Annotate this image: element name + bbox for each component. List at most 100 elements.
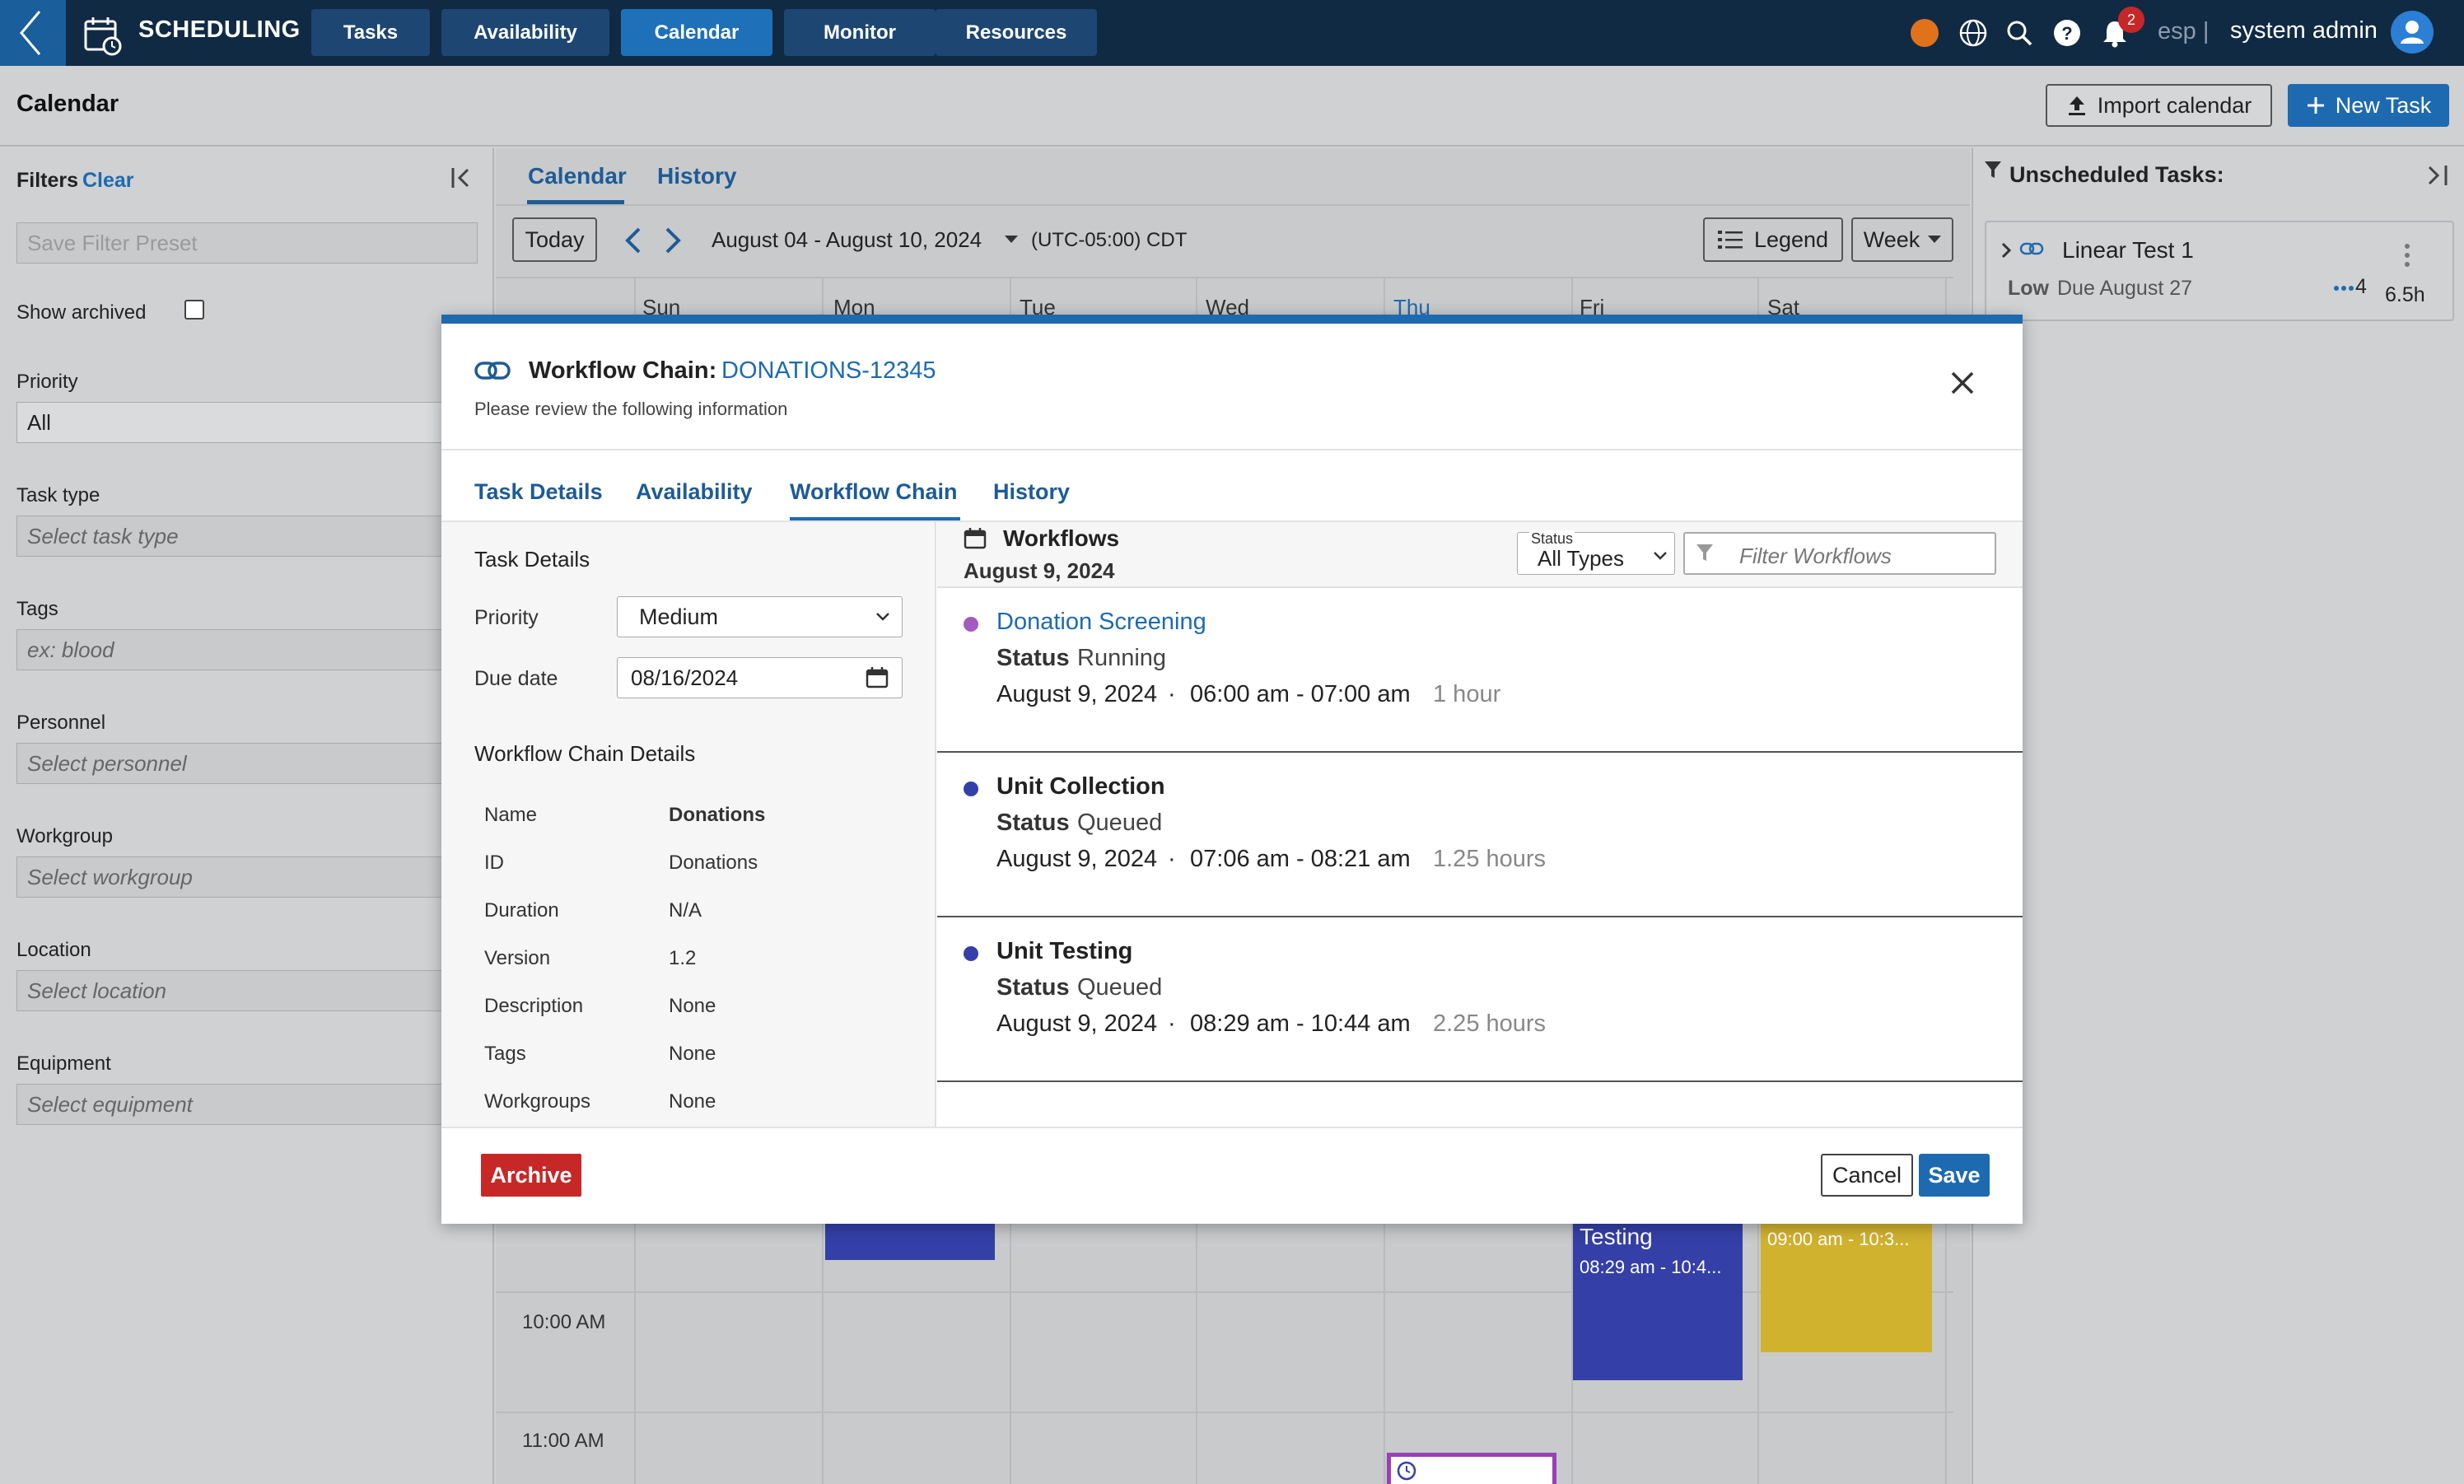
- cancel-button[interactable]: Cancel: [1821, 1154, 1913, 1197]
- save-button[interactable]: Save: [1919, 1154, 1990, 1197]
- nav-tab-availability[interactable]: Availability: [441, 9, 609, 56]
- workflow-status: Queued: [1077, 974, 1163, 1001]
- next-week-icon[interactable]: [660, 224, 685, 257]
- equipment-filter-input[interactable]: Select equipment: [16, 1084, 478, 1125]
- workflow-status: Queued: [1077, 810, 1163, 836]
- modal-tab-workflow-chain[interactable]: Workflow Chain: [790, 479, 958, 505]
- collapse-left-icon[interactable]: [450, 165, 476, 191]
- due-date-value: 08/16/2024: [631, 665, 739, 690]
- unscheduled-panel: [1972, 148, 2464, 1484]
- tab-history[interactable]: History: [657, 163, 736, 189]
- tags-filter-input[interactable]: ex: blood: [16, 629, 478, 670]
- modal-tab-task-details[interactable]: Task Details: [474, 479, 603, 505]
- new-task-button[interactable]: New Task: [2288, 84, 2449, 127]
- priority-select[interactable]: Medium: [617, 596, 903, 637]
- chain-detail-value: Donations: [669, 852, 758, 874]
- new-task-label: New Task: [2335, 92, 2432, 118]
- task-type-filter-input[interactable]: Select task type: [16, 516, 478, 557]
- chain-details-heading: Workflow Chain Details: [474, 741, 696, 766]
- modal-subtitle: Please review the following information: [474, 399, 788, 419]
- nav-tab-tasks[interactable]: Tasks: [311, 9, 430, 56]
- close-icon[interactable]: [1950, 371, 1975, 395]
- show-archived-checkbox[interactable]: [184, 300, 204, 320]
- user-name[interactable]: system admin: [2230, 17, 2378, 44]
- workflow-name-link[interactable]: Donation Screening: [996, 609, 1206, 636]
- filter-workflows-placeholder: Filter Workflows: [1739, 544, 1892, 568]
- tags-placeholder: ex: blood: [27, 637, 114, 662]
- plus-icon: [2307, 97, 2324, 114]
- priority-filter-label: Priority: [16, 371, 78, 393]
- nav-tab-resources[interactable]: Resources: [936, 9, 1097, 56]
- calendar-icon: [964, 527, 987, 550]
- modal-tab-availability[interactable]: Availability: [636, 479, 753, 505]
- workflow-separator: ·: [1168, 1010, 1176, 1037]
- workflow-name: Unit Testing: [996, 938, 1133, 964]
- today-button[interactable]: Today: [512, 217, 597, 262]
- calendar-event-yellow[interactable]: 09:00 am - 10:3...: [1761, 1224, 1932, 1352]
- filters-clear-link[interactable]: Clear: [82, 169, 134, 193]
- workflow-status-label: Status: [996, 645, 1070, 671]
- upload-icon: [2068, 96, 2085, 115]
- caret-down-icon[interactable]: [1005, 236, 1018, 244]
- priority-filter-select[interactable]: All: [16, 402, 478, 443]
- location-filter-input[interactable]: Select location: [16, 970, 478, 1011]
- unscheduled-task-card[interactable]: [1985, 221, 2454, 321]
- chain-detail-value: N/A: [669, 899, 702, 922]
- divider: [937, 751, 2023, 753]
- legend-button[interactable]: Legend: [1703, 217, 1843, 262]
- link-icon: [2019, 239, 2044, 259]
- workflow-duration: 2.25 hours: [1433, 1010, 1547, 1037]
- modal-tab-history[interactable]: History: [993, 479, 1070, 505]
- import-calendar-button[interactable]: Import calendar: [2046, 84, 2272, 127]
- chain-links-icon: [2334, 285, 2354, 292]
- event-title: Testing: [1580, 1224, 1653, 1249]
- search-icon[interactable]: [2004, 18, 2034, 48]
- workflow-status-dot: [964, 782, 978, 796]
- modal-title-prefix: Workflow Chain:: [529, 357, 717, 384]
- personnel-filter-input[interactable]: Select personnel: [16, 743, 478, 784]
- chain-detail-label: Tags: [484, 1043, 526, 1065]
- chevron-left-icon: [20, 11, 41, 55]
- filter-workflows-input[interactable]: Filter Workflows: [1683, 532, 1996, 575]
- tab-calendar[interactable]: Calendar: [528, 163, 627, 189]
- workflow-date: August 9, 2024: [996, 1010, 1158, 1037]
- filter-preset-select[interactable]: Save Filter Preset: [16, 222, 478, 264]
- divider: [441, 1127, 2023, 1128]
- view-select[interactable]: Week: [1851, 217, 1953, 262]
- calendar-event-testing[interactable]: Testing 08:29 am - 10:4...: [1573, 1224, 1743, 1380]
- equipment-placeholder: Select equipment: [27, 1091, 193, 1117]
- calendar-event[interactable]: [1387, 1453, 1556, 1484]
- priority-filter-value: All: [27, 409, 51, 435]
- collapse-right-icon[interactable]: [2424, 163, 2449, 188]
- workgroup-filter-input[interactable]: Select workgroup: [16, 856, 478, 898]
- modal-title-id[interactable]: DONATIONS-12345: [721, 357, 936, 385]
- help-icon[interactable]: ?: [2052, 18, 2082, 48]
- status-filter-select[interactable]: Status All Types: [1517, 530, 1675, 575]
- workflow-status-dot: [964, 617, 978, 632]
- date-range-label[interactable]: August 04 - August 10, 2024: [712, 227, 982, 253]
- equipment-filter-label: Equipment: [16, 1052, 111, 1075]
- nav-tab-calendar[interactable]: Calendar: [621, 9, 772, 56]
- globe-icon[interactable]: [1958, 18, 1988, 48]
- due-date-input[interactable]: 08/16/2024: [617, 657, 903, 698]
- calendar-event[interactable]: [825, 1224, 995, 1260]
- chain-detail-label: Name: [484, 804, 538, 826]
- workflow-status: Running: [1077, 645, 1167, 671]
- caret-down-icon: [1928, 236, 1942, 243]
- app-title: SCHEDULING: [138, 16, 301, 43]
- divider: [937, 916, 2023, 917]
- workgroup-placeholder: Select workgroup: [27, 864, 193, 889]
- back-button[interactable]: [0, 0, 66, 66]
- nav-tab-monitor[interactable]: Monitor: [784, 9, 936, 56]
- workflow-date: August 9, 2024: [996, 681, 1158, 707]
- more-vertical-icon[interactable]: [2403, 242, 2411, 270]
- legend-label: Legend: [1753, 226, 1829, 252]
- prev-week-icon[interactable]: [621, 224, 646, 257]
- chain-detail-value: None: [669, 1090, 716, 1113]
- chevron-right-icon[interactable]: [2000, 240, 2013, 260]
- user-avatar-icon[interactable]: [2391, 11, 2434, 54]
- status-indicator[interactable]: [1911, 19, 1939, 47]
- archive-button[interactable]: Archive: [481, 1154, 581, 1197]
- task-type-filter-label: Task type: [16, 484, 100, 506]
- language-selector[interactable]: esp |: [2158, 18, 2209, 45]
